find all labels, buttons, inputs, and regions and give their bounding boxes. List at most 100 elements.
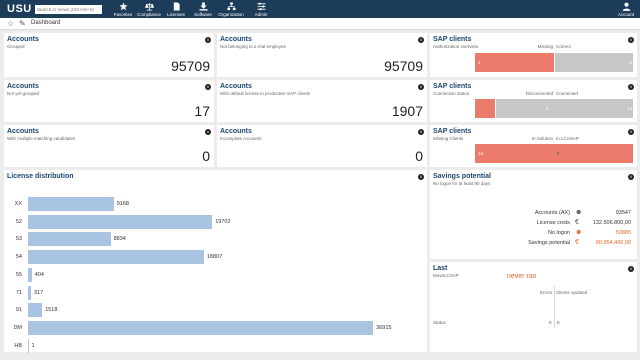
nav-label: Favorites (113, 12, 133, 17)
errors-column-header: Errors (540, 290, 553, 295)
card-last: Last MoveLCSAP i never ran Errors Client… (430, 262, 637, 352)
category-label: XX (14, 201, 22, 207)
license-bar[interactable] (28, 303, 43, 318)
savings-row-value: 132.506.800,00 (592, 220, 631, 226)
disconnected-bar[interactable] (475, 99, 495, 118)
status-row-label: Status (433, 320, 446, 325)
card-title: SAP clients (433, 83, 472, 90)
card-title: Accounts (220, 36, 252, 43)
left-value: 14 (478, 151, 484, 156)
license-bar[interactable] (28, 285, 31, 300)
favorite-star-icon[interactable]: ☆ (7, 19, 14, 28)
clients-updated-value: 0 (557, 320, 560, 325)
card-accounts-grouped: Accounts Grouped i 95709 (4, 33, 214, 77)
card-sap-authorization: SAP clients Authorization overview i Mis… (430, 33, 637, 77)
bar-value-label: 404 (34, 271, 44, 278)
category-label: 53 (15, 236, 22, 243)
card-title: Last (433, 265, 448, 272)
info-icon[interactable]: i (418, 174, 424, 180)
card-title: Accounts (220, 128, 252, 135)
card-subtitle: With default license in productive SAP c… (220, 91, 310, 96)
card-value: 0 (415, 148, 423, 164)
info-icon[interactable]: i (205, 84, 211, 90)
license-bar[interactable] (28, 320, 374, 335)
info-icon[interactable]: i (205, 37, 211, 43)
scales-icon (144, 2, 154, 11)
card-title: Savings potential (433, 173, 491, 180)
info-icon[interactable]: i (628, 174, 634, 180)
connected-bar[interactable] (495, 99, 633, 118)
card-title: Accounts (7, 36, 39, 43)
bar-value-label: 18807 (206, 254, 223, 261)
card-subtitle: Not yet grouped (7, 91, 40, 96)
license-bar[interactable] (28, 267, 32, 282)
info-icon[interactable]: i (628, 266, 634, 272)
person-icon: ☻ (575, 229, 583, 236)
card-value: 95709 (171, 58, 210, 74)
left-label: In Solution (531, 136, 553, 141)
nav-admin[interactable]: Admin (243, 2, 279, 17)
edit-pencil-icon[interactable]: ✎ (19, 19, 26, 28)
column-divider (554, 286, 555, 328)
info-icon[interactable]: i (628, 84, 634, 90)
info-icon[interactable]: i (628, 37, 634, 43)
card-title: Accounts (220, 83, 252, 90)
clients-updated-column-header: Clients updated (556, 290, 588, 295)
right-value: 0 (557, 151, 560, 156)
card-title: SAP clients (433, 36, 472, 43)
card-value: 17 (194, 103, 210, 119)
card-value: 95709 (384, 58, 423, 74)
license-bar[interactable] (28, 250, 204, 265)
savings-row-value: 50885 (615, 230, 631, 236)
euro-icon: € (575, 239, 579, 246)
person-icon: ☻ (575, 209, 583, 216)
card-title: SAP clients (433, 128, 472, 135)
card-subtitle: Incomplete Accounts (220, 136, 262, 141)
right-label: Correct (556, 44, 571, 49)
missing-bar[interactable] (475, 53, 554, 72)
account-menu[interactable]: Account (614, 2, 638, 17)
account-label: Account (617, 12, 635, 17)
bar-value-label: 19702 (215, 218, 231, 225)
category-label: HB (14, 342, 22, 349)
info-icon[interactable]: i (418, 129, 424, 135)
license-bar[interactable] (28, 338, 29, 353)
card-value: 1907 (391, 103, 423, 119)
card-accounts-incomplete: Accounts Incomplete Accounts i 0 (217, 125, 427, 167)
breadcrumb-bar: ☆ ✎ Dashboard (0, 18, 640, 30)
card-subtitle: MoveLCSAP (433, 273, 459, 278)
savings-row-label: No logon (547, 230, 570, 236)
top-navigation-bar: USU Favorites Compliance Licenses Softwa… (0, 0, 640, 18)
info-icon[interactable]: i (628, 129, 634, 135)
info-icon[interactable]: i (418, 37, 424, 43)
category-label: 54 (15, 254, 22, 261)
star-icon (118, 2, 128, 11)
card-license-distribution: License distribution i XX 9168 52 19702 53 88… (4, 170, 427, 353)
user-icon (622, 2, 630, 11)
correct-bar[interactable] (555, 53, 633, 72)
right-label: In LCASAP (556, 136, 579, 141)
license-bar[interactable] (28, 197, 114, 211)
category-label: 55 (15, 271, 22, 278)
bar-value-label: 317 (33, 289, 44, 296)
search-input[interactable] (35, 5, 102, 14)
in-solution-bar[interactable] (475, 144, 633, 163)
savings-row-label: Savings potential (528, 240, 570, 246)
card-sap-connection: SAP clients Connection status i Disconne… (430, 80, 637, 122)
savings-row-value: 93547 (615, 210, 631, 216)
errors-value: 0 (549, 320, 552, 325)
card-subtitle: With multiple matching candidates (7, 136, 76, 141)
info-icon[interactable]: i (205, 129, 211, 135)
info-icon[interactable]: i (418, 84, 424, 90)
card-accounts-not-grouped: Accounts Not yet grouped i 17 (4, 80, 214, 122)
usu-logo[interactable]: USU (7, 3, 32, 15)
left-label: Disconnected (525, 91, 553, 96)
bar-value-label: 8834 (113, 236, 126, 243)
license-bar[interactable] (28, 214, 213, 229)
nav-label: Licenses (167, 12, 185, 17)
license-bar[interactable] (28, 232, 111, 247)
card-title: License distribution (7, 173, 74, 180)
savings-row-value: 80.954.400,00 (595, 240, 631, 246)
savings-row-label: Accounts (AX) (534, 210, 570, 216)
bar-value-label: 36915 (376, 324, 392, 331)
